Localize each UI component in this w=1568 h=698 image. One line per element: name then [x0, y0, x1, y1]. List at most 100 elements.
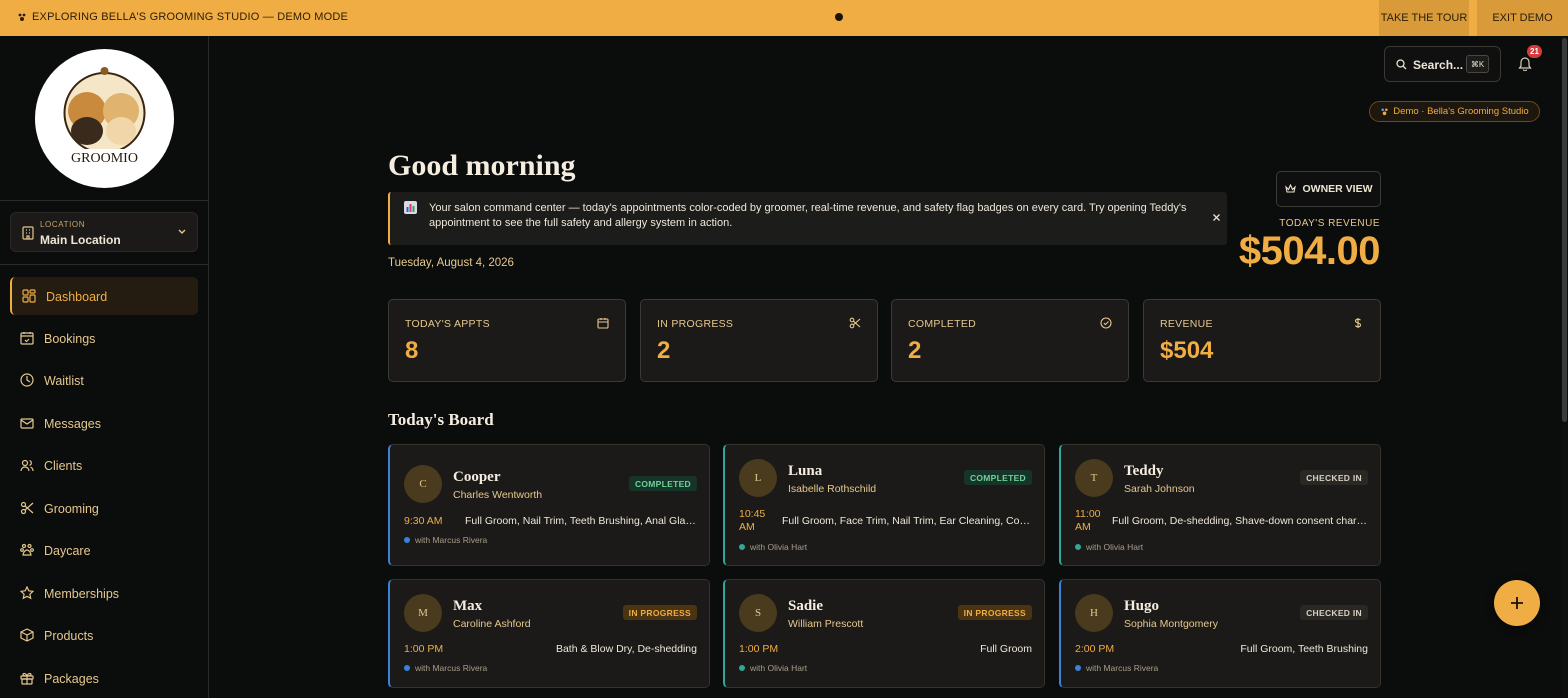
appointment-time: 10:45 AM — [739, 508, 766, 533]
owner-name: Caroline Ashford — [453, 618, 531, 630]
stat-card-in-progress[interactable]: IN PROGRESS 2 — [640, 299, 878, 382]
pet-name: Teddy — [1124, 463, 1164, 479]
owner-name: Sarah Johnson — [1124, 483, 1195, 495]
users-icon — [20, 458, 34, 472]
search-shortcut: ⌘K — [1466, 55, 1489, 73]
sidebar-divider — [0, 264, 208, 265]
sidebar-item-label: Dashboard — [46, 290, 108, 304]
status-badge: CHECKED IN — [1300, 470, 1368, 485]
plus-icon — [1509, 595, 1525, 611]
sidebar-item-dashboard[interactable]: Dashboard — [10, 277, 198, 315]
appointment-card-max[interactable]: M Max Caroline Ashford IN PROGRESS 1:00 … — [388, 579, 710, 688]
owner-view-button[interactable]: OWNER VIEW — [1276, 171, 1381, 207]
sidebar-item-messages[interactable]: Messages — [10, 404, 198, 442]
close-icon[interactable] — [1212, 213, 1221, 222]
sidebar-item-packages[interactable]: Packages — [10, 659, 198, 697]
appointment-card-teddy[interactable]: T Teddy Sarah Johnson CHECKED IN 11:00 A… — [1059, 444, 1381, 566]
sidebar-item-label: Grooming — [44, 502, 99, 516]
pet-name: Cooper — [453, 469, 501, 485]
groomer-color-dot — [404, 665, 410, 671]
sidebar-item-products[interactable]: Products — [10, 616, 198, 654]
appointment-services: Full Groom, Nail Trim, Teeth Brushing, A… — [465, 515, 697, 527]
svg-text:GROOMIO: GROOMIO — [71, 151, 138, 166]
search-button[interactable]: Search... ⌘K — [1384, 46, 1501, 82]
groomer-label: with Olivia Hart — [739, 542, 807, 552]
appointment-time: 11:00 AM — [1075, 508, 1101, 533]
bar-chart-icon — [404, 201, 417, 214]
sidebar-item-clients[interactable]: Clients — [10, 446, 198, 484]
avatar: H — [1075, 594, 1113, 632]
status-badge: COMPLETED — [963, 470, 1032, 485]
chevron-down-icon — [177, 228, 187, 236]
appointment-time: 2:00 PM — [1075, 643, 1115, 655]
gift-icon — [20, 671, 34, 685]
paw-icon — [17, 12, 27, 22]
star-icon — [20, 586, 34, 600]
notification-count-badge: 21 — [1527, 45, 1542, 58]
check-circle-icon — [1100, 317, 1112, 329]
info-banner: Your salon command center — today's appo… — [388, 192, 1227, 245]
owner-name: Isabelle Rothschild — [788, 483, 877, 495]
groomer-color-dot — [739, 665, 745, 671]
appointment-time: 9:30 AM — [404, 515, 443, 527]
groomer-color-dot — [1075, 665, 1081, 671]
pet-name: Luna — [788, 463, 823, 479]
building-icon — [22, 226, 34, 240]
groomer-label: with Marcus Rivera — [1075, 663, 1158, 673]
greeting-heading: Good morning — [388, 149, 576, 182]
appointment-card-luna[interactable]: L Luna Isabelle Rothschild COMPLETED 10:… — [723, 444, 1045, 566]
dollar-icon — [1352, 317, 1364, 329]
crown-icon — [1284, 184, 1296, 194]
sidebar-item-label: Bookings — [44, 332, 96, 346]
mail-icon — [20, 416, 34, 430]
sidebar-item-waitlist[interactable]: Waitlist — [10, 361, 198, 399]
scrollbar-thumb[interactable] — [1562, 38, 1567, 422]
appointment-card-cooper[interactable]: C Cooper Charles Wentworth COMPLETED 9:3… — [388, 444, 710, 566]
sidebar-item-label: Daycare — [44, 544, 91, 558]
groomer-color-dot — [404, 537, 410, 543]
stat-card-revenue[interactable]: REVENUE $504 — [1143, 299, 1381, 382]
take-tour-button[interactable]: TAKE THE TOUR — [1379, 0, 1469, 36]
groomer-label: with Olivia Hart — [739, 663, 807, 673]
sidebar-item-label: Messages — [44, 417, 101, 431]
bell-icon[interactable] — [1518, 56, 1532, 71]
sidebar-item-label: Clients — [44, 459, 83, 473]
sidebar-item-memberships[interactable]: Memberships — [10, 574, 198, 612]
location-selector[interactable]: LOCATION Main Location — [10, 212, 198, 252]
appointment-card-hugo[interactable]: H Hugo Sophia Montgomery CHECKED IN 2:00… — [1059, 579, 1381, 688]
todays-revenue-label: TODAY'S REVENUE — [1279, 218, 1380, 229]
appointment-services: Full Groom, De-shedding, Shave-down cons… — [1112, 515, 1368, 527]
demo-studio-pill: Demo · Bella's Grooming Studio — [1369, 101, 1540, 122]
dashboard-icon — [22, 289, 36, 303]
search-label: Search... — [1413, 58, 1464, 72]
paw-icon — [20, 543, 34, 557]
location-value: Main Location — [40, 233, 121, 247]
status-badge: COMPLETED — [628, 476, 697, 491]
scissors-icon — [849, 317, 861, 329]
clock-icon — [20, 373, 34, 387]
current-date: Tuesday, August 4, 2026 — [388, 257, 514, 269]
add-appointment-button[interactable] — [1494, 580, 1540, 626]
owner-name: Sophia Montgomery — [1124, 618, 1218, 630]
appointment-card-sadie[interactable]: S Sadie William Prescott IN PROGRESS 1:0… — [723, 579, 1045, 688]
page-scrollbar[interactable] — [1561, 36, 1568, 698]
todays-board-heading: Today's Board — [388, 410, 494, 429]
sidebar-item-daycare[interactable]: Daycare — [10, 531, 198, 569]
sidebar: GROOMIO LOCATION Main Location Dashboard… — [0, 36, 209, 698]
exit-demo-button[interactable]: EXIT DEMO — [1477, 0, 1568, 36]
avatar: S — [739, 594, 777, 632]
groomio-logo[interactable]: GROOMIO — [35, 49, 174, 188]
avatar: C — [404, 465, 442, 503]
sidebar-item-bookings[interactable]: Bookings — [10, 319, 198, 357]
owner-name: William Prescott — [788, 618, 864, 630]
avatar: T — [1075, 459, 1113, 497]
status-badge: IN PROGRESS — [957, 605, 1032, 620]
pet-name: Sadie — [788, 598, 824, 614]
sidebar-divider — [0, 200, 208, 201]
sidebar-item-grooming[interactable]: Grooming — [10, 489, 198, 527]
avatar: M — [404, 594, 442, 632]
groomer-label: with Marcus Rivera — [404, 663, 487, 673]
stat-card-completed[interactable]: COMPLETED 2 — [891, 299, 1129, 382]
stat-card-todays-appts[interactable]: TODAY'S APPTS 8 — [388, 299, 626, 382]
appointment-services: Bath & Blow Dry, De-shedding — [555, 643, 697, 655]
